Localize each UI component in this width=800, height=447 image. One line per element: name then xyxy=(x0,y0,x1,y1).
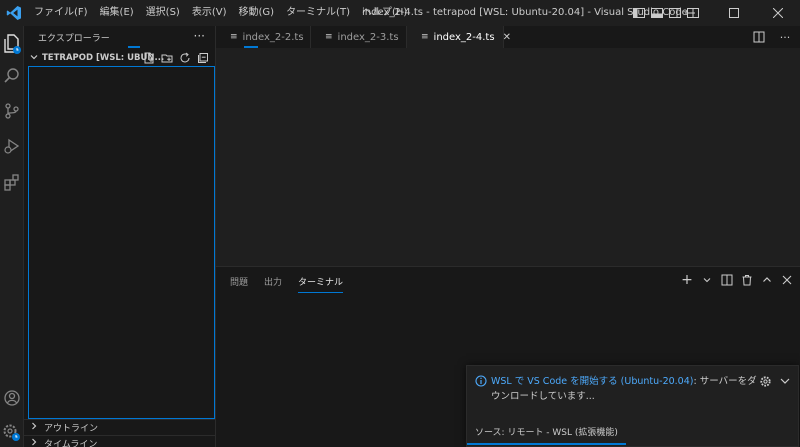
menu-go[interactable]: 移動(G) xyxy=(233,0,281,26)
tab-terminal[interactable]: ターミナル xyxy=(298,275,344,293)
maximize-button[interactable] xyxy=(712,0,756,26)
explorer-icon[interactable] xyxy=(0,30,24,58)
chevron-right-icon xyxy=(30,422,44,433)
tab-index-2-2[interactable]: ≡ index_2-2.ts xyxy=(216,26,311,48)
close-window-button[interactable] xyxy=(756,0,800,26)
menu-view[interactable]: 表示(V) xyxy=(186,0,233,26)
timeline-section-header[interactable]: タイムライン xyxy=(24,435,215,447)
explorer-sidebar: エクスプローラー ··· TETRAPOD [WSL: UBUN... アウトラ… xyxy=(24,26,216,447)
extensions-icon[interactable] xyxy=(0,168,24,196)
menu-file[interactable]: ファイル(F) xyxy=(28,0,94,26)
toggle-primary-sidebar-icon[interactable] xyxy=(632,6,646,20)
chevron-down-icon[interactable] xyxy=(700,273,714,287)
chevron-down-icon xyxy=(30,53,42,63)
panel-tabs: 問題 出力 ターミナル xyxy=(230,275,344,293)
split-terminal-icon[interactable] xyxy=(720,273,734,287)
refresh-icon[interactable] xyxy=(178,51,191,64)
menu-bar: ファイル(F) 編集(E) 選択(S) 表示(V) 移動(G) ターミナル(T)… xyxy=(28,0,413,26)
panel-actions: + xyxy=(680,272,794,288)
editor-actions: ··· xyxy=(752,30,792,44)
vscode-logo-icon xyxy=(0,0,28,26)
menu-selection[interactable]: 選択(S) xyxy=(140,0,186,26)
manage-gear-icon[interactable] xyxy=(0,418,24,446)
tab-index-2-4[interactable]: ≡ index_2-4.ts ✕ xyxy=(407,26,511,48)
collapse-all-icon[interactable] xyxy=(196,51,209,64)
toggle-panel-icon[interactable] xyxy=(650,6,664,20)
tab-label: index_2-4.ts xyxy=(433,31,495,43)
minimize-button[interactable] xyxy=(668,0,712,26)
file-lines-icon: ≡ xyxy=(230,32,238,42)
notification-message: WSL で VS Code を開始する (Ubuntu-20.04): サーバー… xyxy=(491,374,761,404)
close-tab-icon[interactable]: ✕ xyxy=(503,32,511,43)
menu-terminal[interactable]: ターミナル(T) xyxy=(280,0,356,26)
file-lines-icon: ≡ xyxy=(421,32,429,42)
tab-label: index_2-3.ts xyxy=(337,31,399,43)
split-editor-icon[interactable] xyxy=(752,30,766,44)
title-bar: ファイル(F) 編集(E) 選択(S) 表示(V) 移動(G) ターミナル(T)… xyxy=(0,0,800,26)
tab-output[interactable]: 出力 xyxy=(264,275,282,293)
gear-icon[interactable] xyxy=(759,375,772,388)
window-controls xyxy=(668,0,800,26)
wsl-notification-toast: WSL で VS Code を開始する (Ubuntu-20.04): サーバー… xyxy=(466,365,799,447)
more-editor-actions-icon[interactable]: ··· xyxy=(778,30,792,44)
workspace-section-header[interactable]: TETRAPOD [WSL: UBUN... xyxy=(24,48,215,68)
editor-tabs: ≡ index_2-2.ts ≡ index_2-3.ts ≡ index_2-… xyxy=(216,26,800,48)
new-folder-icon[interactable] xyxy=(160,51,173,64)
close-panel-icon[interactable] xyxy=(780,273,794,287)
editor-area[interactable] xyxy=(216,48,800,266)
file-tree[interactable] xyxy=(28,66,215,419)
tab-index-2-3[interactable]: ≡ index_2-3.ts xyxy=(311,26,407,48)
menu-edit[interactable]: 編集(E) xyxy=(94,0,140,26)
trash-icon[interactable] xyxy=(740,273,754,287)
new-file-icon[interactable] xyxy=(142,51,155,64)
new-terminal-plus-icon[interactable]: + xyxy=(680,272,694,288)
explorer-actions xyxy=(142,51,209,64)
chevron-down-icon[interactable] xyxy=(779,375,791,387)
maximize-panel-icon[interactable] xyxy=(760,273,774,287)
accounts-icon[interactable] xyxy=(0,384,24,412)
chevron-right-icon xyxy=(30,438,44,447)
tab-problems[interactable]: 問題 xyxy=(230,275,248,293)
source-control-icon[interactable] xyxy=(0,97,24,125)
outline-label: アウトライン xyxy=(44,424,99,434)
explorer-header: エクスプローラー ··· xyxy=(24,26,215,48)
outline-section-header[interactable]: アウトライン xyxy=(24,419,215,435)
search-icon[interactable] xyxy=(0,62,24,90)
run-debug-icon[interactable] xyxy=(0,132,24,160)
activity-bar xyxy=(0,26,24,447)
file-lines-icon: ≡ xyxy=(325,32,333,42)
timeline-label: タイムライン xyxy=(44,440,98,447)
notification-source: ソース: リモート - WSL (拡張機能) xyxy=(467,421,626,445)
explorer-title: エクスプローラー xyxy=(38,33,110,44)
tab-label: index_2-2.ts xyxy=(242,31,304,43)
notification-link[interactable]: WSL で VS Code を開始する (Ubuntu-20.04) xyxy=(491,376,693,387)
info-icon xyxy=(475,375,487,387)
more-actions-icon[interactable]: ··· xyxy=(194,29,205,43)
